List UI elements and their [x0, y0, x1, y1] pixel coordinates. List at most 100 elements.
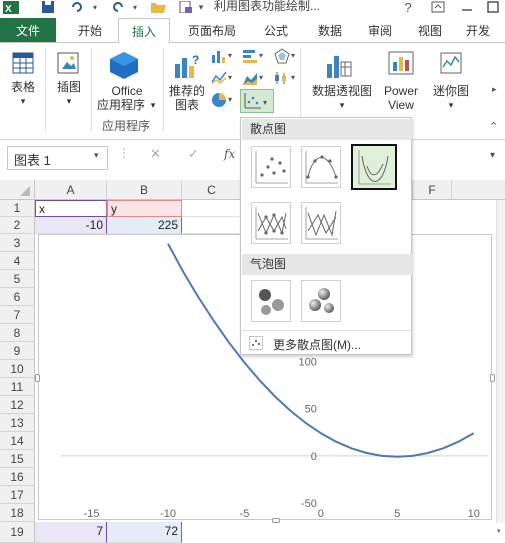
column-header-a[interactable]: A: [35, 180, 107, 200]
cancel-icon[interactable]: ✕: [150, 146, 161, 162]
row-header[interactable]: 19: [0, 522, 35, 543]
column-header-b[interactable]: B: [107, 180, 182, 200]
row-header[interactable]: 11: [0, 378, 35, 396]
power-view-label-2[interactable]: View: [380, 98, 422, 112]
row-header[interactable]: 6: [0, 288, 35, 306]
chart-resize-handle[interactable]: [490, 374, 495, 382]
stock-chart-dropdown-icon[interactable]: ▾: [291, 73, 295, 82]
tab-home[interactable]: 开始: [64, 18, 116, 42]
scatter-straight-lines-markers-option[interactable]: [251, 202, 291, 244]
row-header[interactable]: 2: [0, 217, 35, 234]
area-chart-icon[interactable]: [242, 70, 258, 86]
cell-a2[interactable]: -10: [35, 217, 107, 234]
cell-c2[interactable]: [182, 217, 242, 234]
illustrations-label[interactable]: 插图: [52, 80, 86, 94]
row-header[interactable]: 17: [0, 486, 35, 504]
name-box[interactable]: 图表 1: [7, 146, 108, 170]
row-header[interactable]: 14: [0, 432, 35, 450]
power-view-label[interactable]: Power: [380, 84, 422, 98]
bubble-chart-option[interactable]: [251, 280, 291, 322]
column-header-g[interactable]: [452, 180, 505, 200]
column-chart-icon[interactable]: [211, 48, 227, 64]
row-header[interactable]: 16: [0, 468, 35, 486]
scatter-smooth-lines-option[interactable]: [351, 144, 397, 190]
undo-dropdown-icon[interactable]: ▾: [90, 0, 100, 14]
row-header[interactable]: 10: [0, 360, 35, 378]
scroll-down-arrow-icon[interactable]: ▾: [497, 527, 501, 535]
line-chart-dropdown-icon[interactable]: ▾: [228, 73, 232, 82]
sparklines-icon[interactable]: [440, 52, 462, 76]
insert-function-icon[interactable]: fx: [224, 147, 235, 161]
tab-insert[interactable]: 插入: [118, 18, 170, 43]
help-icon[interactable]: ?: [402, 0, 414, 15]
tab-file[interactable]: 文件: [0, 18, 56, 42]
column-header-f[interactable]: F: [412, 180, 452, 200]
pivot-chart-label[interactable]: 数据透视图: [306, 84, 378, 98]
undo-icon[interactable]: [70, 0, 84, 14]
sparklines-dropdown-icon[interactable]: ▾: [446, 98, 456, 112]
minimize-icon[interactable]: [460, 0, 474, 14]
ribbon-display-options-icon[interactable]: [430, 0, 446, 14]
column-chart-dropdown-icon[interactable]: ▾: [228, 51, 232, 60]
save-icon[interactable]: [40, 0, 56, 14]
recommended-charts-label[interactable]: 推荐的: [168, 84, 206, 98]
row-header[interactable]: 13: [0, 414, 35, 432]
bar-chart-icon[interactable]: [242, 48, 258, 64]
name-box-dropdown-icon[interactable]: ▾: [94, 150, 99, 161]
row-header[interactable]: 9: [0, 342, 35, 360]
scatter-smooth-lines-markers-option[interactable]: [301, 146, 341, 188]
tab-review[interactable]: 审阅: [358, 18, 402, 42]
pivot-chart-icon[interactable]: [325, 50, 355, 80]
illustrations-dropdown-icon[interactable]: ▾: [52, 94, 86, 108]
row-header[interactable]: 4: [0, 252, 35, 270]
cell-c1[interactable]: [182, 200, 242, 217]
radar-chart-icon[interactable]: [274, 48, 290, 64]
more-scatter-charts-item[interactable]: 更多散点图(M)...: [273, 336, 361, 353]
row-header[interactable]: 5: [0, 270, 35, 288]
row-header[interactable]: 3: [0, 234, 35, 252]
radar-chart-dropdown-icon[interactable]: ▾: [291, 51, 295, 60]
area-chart-dropdown-icon[interactable]: ▾: [259, 73, 263, 82]
cell-b2[interactable]: 225: [107, 217, 182, 234]
bubble-3d-chart-option[interactable]: [301, 280, 341, 322]
tab-view[interactable]: 视图: [408, 18, 452, 42]
redo-icon[interactable]: [111, 0, 125, 14]
customize-qat-icon[interactable]: ▾: [196, 0, 206, 14]
pie-chart-icon[interactable]: [211, 92, 227, 108]
column-header-c[interactable]: C: [182, 180, 242, 200]
office-apps-dropdown-icon[interactable]: ▾: [148, 98, 158, 112]
pivot-chart-dropdown-icon[interactable]: ▾: [337, 98, 347, 112]
recommended-charts-icon[interactable]: ?: [173, 52, 201, 80]
tab-developer[interactable]: 开发: [466, 18, 502, 42]
row-header[interactable]: 8: [0, 324, 35, 342]
row-header[interactable]: 15: [0, 450, 35, 468]
collapse-ribbon-icon[interactable]: ⌃: [489, 120, 498, 133]
ribbon-scroll-right-icon[interactable]: ▸: [492, 84, 497, 95]
line-chart-icon[interactable]: [211, 70, 227, 86]
office-apps-label[interactable]: Office: [96, 84, 158, 98]
scatter-chart-button[interactable]: ▾: [240, 89, 274, 113]
sparklines-label[interactable]: 迷你图: [430, 84, 472, 98]
enter-icon[interactable]: ✓: [188, 146, 199, 162]
stock-chart-icon[interactable]: [274, 70, 290, 86]
pie-chart-dropdown-icon[interactable]: ▾: [228, 95, 232, 104]
cell-a1[interactable]: x: [35, 200, 107, 217]
illustrations-icon[interactable]: [57, 52, 81, 76]
cell-b1[interactable]: y: [107, 200, 182, 217]
table-icon[interactable]: [12, 52, 36, 76]
tab-formulas[interactable]: 公式: [252, 18, 300, 42]
open-folder-icon[interactable]: [150, 0, 166, 14]
tab-page-layout[interactable]: 页面布局: [176, 18, 248, 42]
table-label[interactable]: 表格: [8, 80, 38, 94]
table-dropdown-icon[interactable]: ▾: [8, 94, 38, 108]
office-apps-icon[interactable]: [108, 50, 142, 80]
scatter-markers-only-option[interactable]: [251, 146, 291, 188]
redo-dropdown-icon[interactable]: ▾: [130, 0, 140, 14]
chart-resize-handle[interactable]: [35, 374, 40, 382]
vertical-scrollbar[interactable]: [496, 200, 505, 523]
chart-resize-handle[interactable]: [272, 518, 280, 523]
restore-icon[interactable]: [486, 0, 500, 14]
scatter-straight-lines-option[interactable]: [301, 202, 341, 244]
office-apps-label-2[interactable]: 应用程序: [92, 98, 150, 112]
print-preview-icon[interactable]: [178, 0, 194, 14]
